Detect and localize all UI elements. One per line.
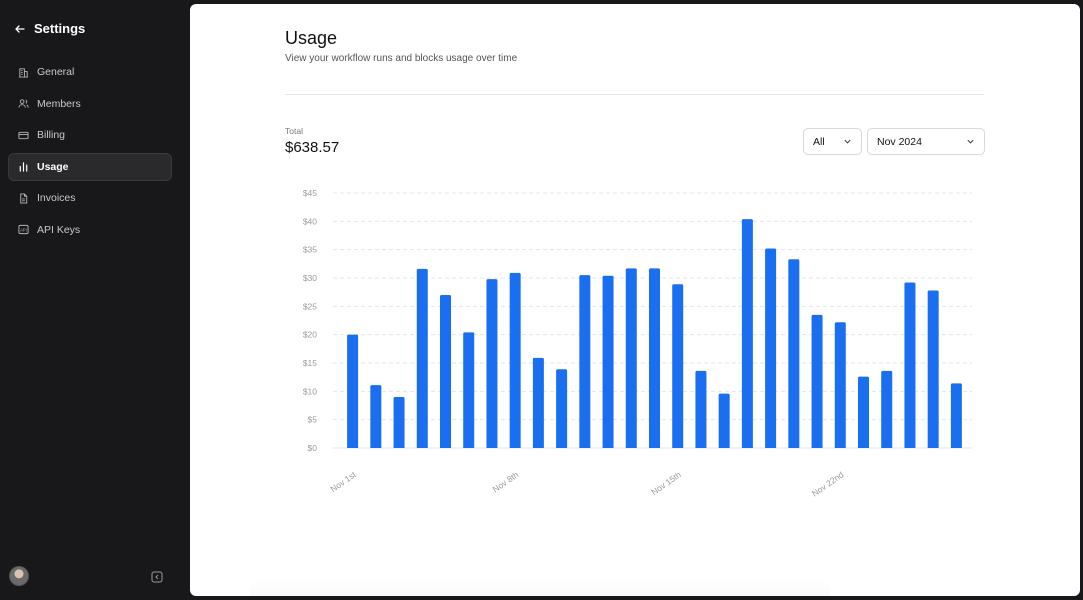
bar-nov-21st[interactable] xyxy=(811,314,823,448)
sidebar-item-invoices[interactable]: Invoices xyxy=(8,184,172,212)
bar-nov-9th[interactable] xyxy=(532,357,544,448)
sidebar-item-usage[interactable]: Usage xyxy=(8,152,172,181)
y-tick-label: $10 xyxy=(303,386,317,396)
sidebar-item-label: API Keys xyxy=(37,223,81,236)
y-tick-label: $30 xyxy=(303,273,317,283)
bar-nov-26th[interactable] xyxy=(927,290,939,448)
usage-panel: Usage View your workflow runs and blocks… xyxy=(190,4,1080,596)
y-tick-label: $0 xyxy=(308,443,318,453)
bar-nov-3rd[interactable] xyxy=(393,397,405,448)
svg-text:API: API xyxy=(20,228,27,233)
y-tick-label: $25 xyxy=(303,301,317,311)
bar-nov-19th[interactable] xyxy=(765,248,777,448)
usage-bar-chart: $0 $5 $10 $15 $20 $25 $30 $35 $40 $45 Nov 1st Nov 8… xyxy=(303,188,972,499)
bar-nov-25th[interactable] xyxy=(904,282,916,448)
bar-nov-22nd[interactable] xyxy=(834,322,846,448)
bar-nov-24th[interactable] xyxy=(881,370,893,448)
bar-nov-27th[interactable] xyxy=(950,383,962,448)
sidebar-item-members[interactable]: Members xyxy=(8,90,172,118)
settings-nav: General Members Billing Usage Invoices A… xyxy=(8,58,172,248)
app-window: Settings General Members Billing Usage I… xyxy=(0,0,1083,600)
x-tick-label: Nov 22nd xyxy=(810,469,846,498)
credit-card-icon xyxy=(17,129,29,141)
users-icon xyxy=(17,98,29,110)
sidebar-item-api-keys[interactable]: API API Keys xyxy=(8,216,172,244)
arrow-left-icon xyxy=(14,23,26,35)
bar-nov-23rd[interactable] xyxy=(858,376,869,448)
bar-chart-icon xyxy=(17,161,29,173)
sidebar-item-label: Billing xyxy=(37,129,66,142)
bar-nov-18th[interactable] xyxy=(741,219,753,448)
x-tick-label: Nov 1st xyxy=(328,469,358,494)
bar-nov-14th[interactable] xyxy=(649,268,660,448)
building-icon xyxy=(17,66,29,78)
bar-nov-1st[interactable] xyxy=(347,334,359,448)
user-avatar[interactable] xyxy=(9,566,29,586)
y-tick-label: $40 xyxy=(303,216,317,226)
sidebar-item-general[interactable]: General xyxy=(8,58,172,86)
bar-nov-10th[interactable] xyxy=(556,369,568,448)
sidebar-item-label: General xyxy=(37,66,75,78)
bar-nov-17th[interactable] xyxy=(718,393,730,448)
x-tick-label: Nov 15th xyxy=(649,469,683,497)
bar-nov-11th[interactable] xyxy=(579,275,591,448)
bar-nov-2nd[interactable] xyxy=(370,385,382,448)
sidebar-item-label: Invoices xyxy=(37,192,76,205)
y-tick-label: $35 xyxy=(303,245,317,255)
bar-nov-6th[interactable] xyxy=(463,332,475,448)
bar-nov-4th[interactable] xyxy=(416,268,428,448)
y-tick-label: $45 xyxy=(303,188,317,198)
bar-nov-15th[interactable] xyxy=(672,284,684,448)
sidebar-item-label: Usage xyxy=(37,160,69,173)
bar-nov-5th[interactable] xyxy=(440,295,451,448)
x-tick-label: Nov 8th xyxy=(491,469,521,494)
bar-nov-16th[interactable] xyxy=(695,370,707,448)
bottom-shadow xyxy=(250,578,830,596)
api-key-icon: API xyxy=(17,224,29,236)
settings-sidebar: Settings General Members Billing Usage I… xyxy=(0,0,188,600)
y-tick-label: $15 xyxy=(303,358,317,368)
sidebar-item-label: Members xyxy=(37,97,81,110)
sidebar-title: Settings xyxy=(34,21,86,36)
bar-nov-7th[interactable] xyxy=(486,279,498,448)
document-icon xyxy=(17,192,29,204)
sidebar-item-billing[interactable]: Billing xyxy=(8,121,172,149)
y-tick-label: $20 xyxy=(303,330,317,340)
bar-nov-13th[interactable] xyxy=(625,268,637,448)
bar-nov-8th[interactable] xyxy=(509,272,521,448)
y-tick-label: $5 xyxy=(308,415,318,425)
collapse-sidebar-icon[interactable] xyxy=(151,570,163,583)
back-to-app-button[interactable]: Settings xyxy=(14,21,85,36)
bar-nov-20th[interactable] xyxy=(788,259,800,448)
bar-nov-12th[interactable] xyxy=(602,275,614,448)
